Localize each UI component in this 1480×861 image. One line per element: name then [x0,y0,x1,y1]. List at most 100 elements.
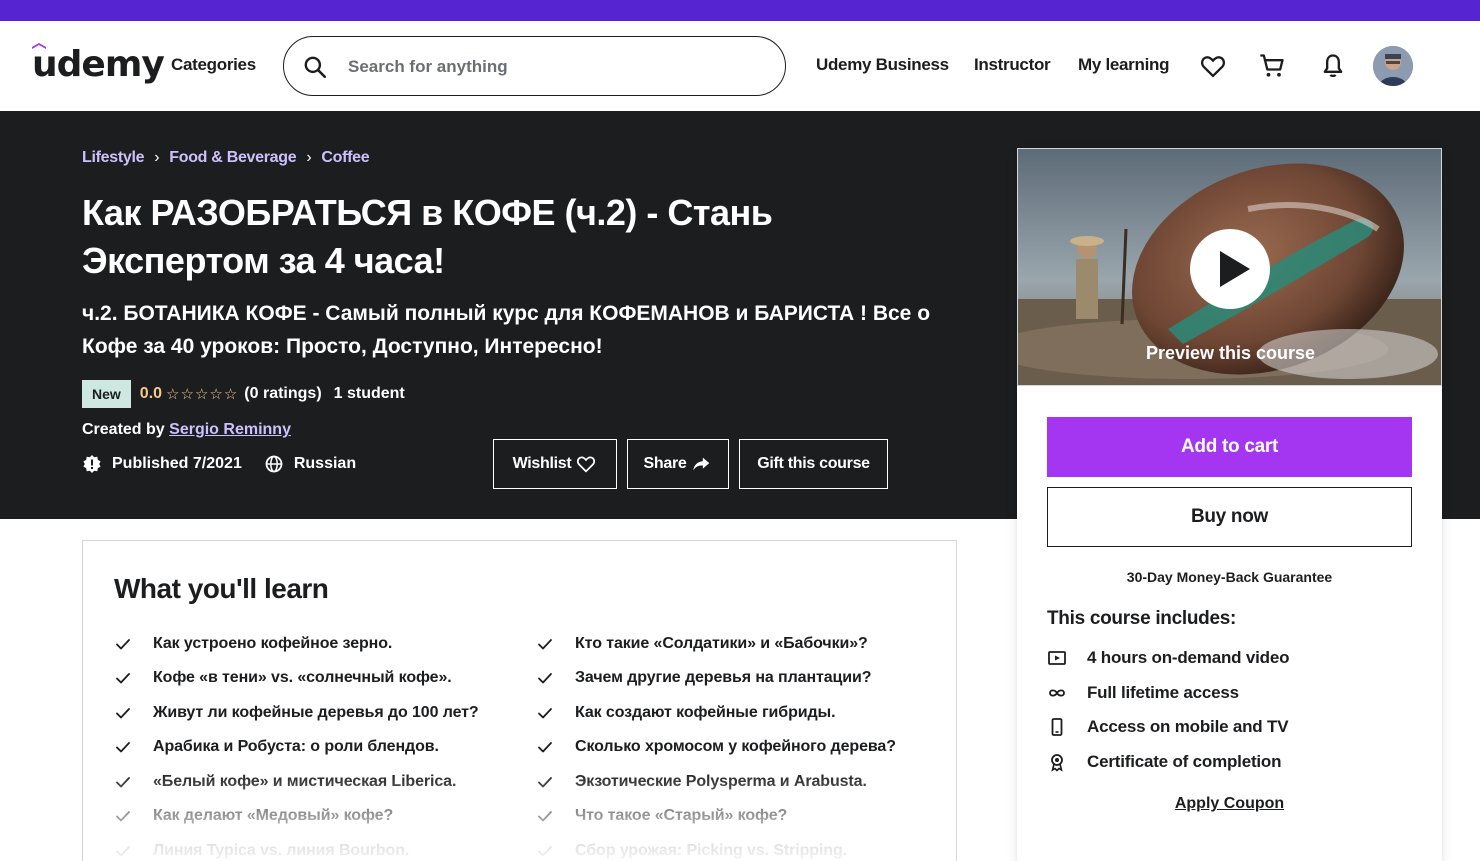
learn-item: Как устроено кофейное зерно. [114,635,392,653]
udemy-business-link[interactable]: Udemy Business [816,55,949,75]
check-icon [116,708,130,719]
buy-now-button[interactable]: Buy now [1047,487,1412,547]
certificate-icon [1051,754,1063,772]
rating-row: New 0.0 ☆☆☆☆☆ (0 ratings) 1 student [82,379,405,409]
includes-text: Full lifetime access [1087,683,1239,702]
learn-item: Линия Typica vs. линия Bourbon. [114,842,409,860]
share-arrow-icon [693,457,710,471]
globe-icon [265,455,283,473]
ratings-count-link[interactable]: (0 ratings) [244,385,321,403]
learn-item-text: Кто такие «Солдатики» и «Бабочки»? [575,635,868,652]
learn-item: Что такое «Старый» кофе? [536,807,787,825]
add-to-cart-button[interactable]: Add to cart [1047,417,1412,477]
share-label: Share [643,455,687,472]
learn-item: Зачем другие деревья на плантации? [536,669,872,687]
breadcrumb-food-beverage[interactable]: Food & Beverage [169,149,296,166]
wishlist-button[interactable]: Wishlist [493,439,617,489]
learn-item: Сколько хромосом у кофейного дерева? [536,738,896,756]
check-icon [538,811,552,822]
course-title: Как РАЗОБРАТЬСЯ в КОФЕ (ч.2) - Стань Экс… [82,192,773,281]
star-rating-icon: ☆☆☆☆☆ [166,386,239,403]
new-badge: New [82,380,131,408]
chevron-right-icon: › [306,149,312,166]
gift-course-button[interactable]: Gift this course [739,439,888,489]
breadcrumb-lifestyle[interactable]: Lifestyle [82,149,145,166]
learn-item-text: «Белый кофе» и мистическая Liberica. [153,773,457,790]
cart-icon[interactable] [1258,52,1286,80]
my-learning-link[interactable]: My learning [1078,55,1169,75]
site-header: udemy Categories Udemy Business Instruct… [0,21,1480,111]
breadcrumb-coffee[interactable]: Coffee [321,149,369,166]
course-preview[interactable]: Preview this course [1017,148,1442,386]
learn-item: Как делают «Медовый» кофе? [114,807,393,825]
includes-item: Access on mobile and TV [1047,717,1289,737]
learn-item: «Белый кофе» и мистическая Liberica. [114,773,456,791]
logo-text: udemy [32,44,165,85]
created-by: Created by Sergio Reminny [82,421,291,439]
categories-link[interactable]: Categories [171,55,256,75]
bell-icon[interactable] [1319,52,1347,80]
check-icon [538,673,552,684]
money-back-guarantee: 30-Day Money-Back Guarantee [1126,569,1333,585]
search-input[interactable] [348,53,768,81]
apply-coupon-link[interactable]: Apply Coupon [1017,795,1442,813]
udemy-logo[interactable]: udemy [32,43,165,85]
mobile-icon [1051,718,1063,736]
learn-item: Арабика и Робуста: о роли блендов. [114,738,439,756]
logo-hat-icon [32,43,46,49]
breadcrumb: Lifestyle › Food & Beverage › Coffee [82,149,370,167]
wishlist-label: Wishlist [512,455,572,472]
course-subtitle: ч.2. БОТАНИКА КОФЕ - Самый полный курс д… [82,302,931,358]
play-icon[interactable] [1190,229,1270,309]
check-icon [116,811,130,822]
purchase-sidebar: Preview this course Add to cart Buy now … [1017,148,1442,861]
rating-score: 0.0 [139,385,163,402]
includes-item: 4 hours on-demand video [1047,648,1289,668]
alert-badge-icon [83,455,101,473]
learn-item: Как создают кофейные гибриды. [536,704,836,722]
check-icon [538,708,552,719]
instructor-link[interactable]: Sergio Reminny [169,421,291,438]
learn-item-text: Экзотические Polysperma и Arabusta. [575,773,867,790]
check-icon [538,639,552,650]
check-icon [116,639,130,650]
learn-item-text: Как создают кофейные гибриды. [575,704,836,721]
learn-item-text: Арабика и Робуста: о роли блендов. [153,738,439,755]
check-icon [538,777,552,788]
check-icon [116,742,130,753]
learn-item: Живут ли кофейные деревья до 100 лет? [114,704,479,722]
course-language: Russian [264,454,356,474]
learn-item-text: Зачем другие деревья на плантации? [575,669,872,686]
includes-item: Full lifetime access [1047,683,1239,703]
learn-item-text: Как устроено кофейное зерно. [153,635,393,652]
avatar-photo [1373,46,1413,86]
learn-item: Кто такие «Солдатики» и «Бабочки»? [536,635,868,653]
top-banner-strip [0,0,1480,21]
search-bar[interactable] [283,36,786,96]
search-icon[interactable] [302,54,328,80]
published-text: Published 7/2021 [112,455,242,472]
learn-item: Кофе «в тени» vs. «солнечный кофе». [114,669,452,687]
check-icon [116,846,130,857]
heart-icon[interactable] [1199,52,1227,80]
heart-icon [577,456,596,473]
learn-item: Сбор урожая: Picking vs. Stripping. [536,842,847,860]
video-icon [1048,651,1066,665]
created-by-label: Created by [82,421,165,438]
includes-text: Certificate of completion [1087,752,1282,771]
learn-item-text: Что такое «Старый» кофе? [575,807,788,824]
instructor-link[interactable]: Instructor [974,55,1051,75]
includes-item: Certificate of completion [1047,752,1282,772]
includes-text: 4 hours on-demand video [1087,648,1290,667]
share-button[interactable]: Share [627,439,729,489]
check-icon [538,742,552,753]
learn-item-text: Линия Typica vs. линия Bourbon. [153,842,410,859]
learn-item-text: Как делают «Медовый» кофе? [153,807,394,824]
learn-item: Экзотические Polysperma и Arabusta. [536,773,867,791]
check-icon [116,777,130,788]
published-date: Published 7/2021 [82,454,242,474]
includes-title: This course includes: [1047,608,1237,629]
preview-label: Preview this course [1145,343,1316,363]
check-icon [538,846,552,857]
user-avatar[interactable] [1373,46,1413,86]
